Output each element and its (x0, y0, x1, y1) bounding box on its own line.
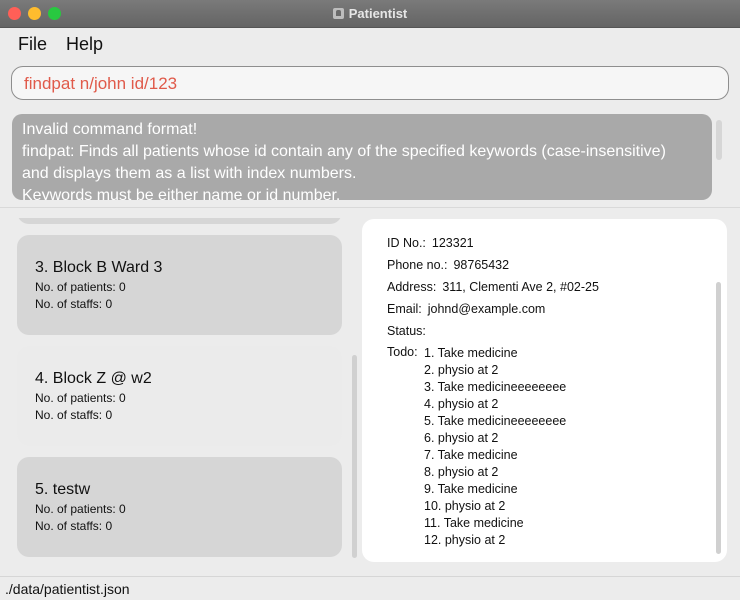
result-line: and displays them as a list with index n… (22, 165, 357, 182)
detail-id: ID No.: 123321 (387, 236, 474, 250)
ward-card[interactable]: 4. Block Z @ w2 No. of patients: 0 No. o… (17, 346, 342, 446)
detail-id-value: 123321 (431, 236, 474, 250)
todo-item: 7. Take medicine (424, 448, 518, 462)
divider (0, 207, 740, 208)
result-line: Keywords must be either name or id numbe… (22, 187, 341, 200)
result-display: Invalid command format! findpat: Finds a… (12, 114, 712, 200)
ward-card[interactable]: 5. testw No. of patients: 0 No. of staff… (17, 457, 342, 557)
command-input[interactable]: findpat n/john id/123 (11, 66, 729, 100)
status-bar: ./data/patientist.json (0, 576, 740, 600)
ward-card[interactable]: 3. Block B Ward 3 No. of patients: 0 No.… (17, 235, 342, 335)
ward-patient-count: No. of patients: 0 (35, 280, 126, 294)
todo-item: 9. Take medicine (424, 482, 518, 496)
detail-phone-label: Phone no.: (387, 258, 448, 272)
ward-list: 3. Block B Ward 3 No. of patients: 0 No.… (10, 218, 360, 564)
detail-address-value: 311, Clementi Ave 2, #02-25 (442, 280, 599, 294)
window-title-wrap: Patientist (0, 6, 740, 21)
ward-staff-count: No. of staffs: 0 (35, 519, 113, 533)
patient-details: ID No.: 123321 Phone no.: 98765432 Address… (362, 219, 727, 562)
todo-item: 2. physio at 2 (424, 363, 499, 377)
result-text: Invalid command format! findpat: Finds a… (22, 119, 702, 200)
ward-title: 3. Block B Ward 3 (35, 259, 163, 276)
detail-status: Status: (387, 324, 432, 338)
ward-card-partial[interactable] (17, 218, 342, 224)
todo-item: 4. physio at 2 (424, 397, 499, 411)
detail-phone: Phone no.: 98765432 (387, 258, 509, 272)
detail-email-label: Email: (387, 302, 422, 316)
ward-list-scrollbar[interactable] (352, 355, 357, 558)
todo-item: 1. Take medicine (424, 346, 518, 360)
todo-item: 5. Take medicineeeeeeee (424, 414, 567, 428)
detail-id-label: ID No.: (387, 236, 426, 250)
todo-item: 8. physio at 2 (424, 465, 499, 479)
patient-details-scrollbar[interactable] (716, 282, 721, 554)
detail-email: Email: johnd@example.com (387, 302, 545, 316)
todo-item: 12. physio at 2 (424, 533, 506, 547)
todo-item: 6. physio at 2 (424, 431, 499, 445)
menu-bar: File Help (0, 28, 740, 60)
data-file-path: ./data/patientist.json (5, 581, 130, 597)
result-line: findpat: Finds all patients whose id con… (22, 143, 666, 160)
todo-list: 1. Take medicine 2. physio at 2 3. Take … (424, 345, 566, 549)
todo-item: 10. physio at 2 (424, 499, 506, 513)
app-icon (332, 8, 344, 19)
detail-address: Address: 311, Clementi Ave 2, #02-25 (387, 280, 599, 294)
ward-title: 4. Block Z @ w2 (35, 370, 152, 387)
todo-item: 11. Take medicine (424, 516, 524, 530)
detail-status-label: Status: (387, 324, 426, 338)
todo-item: 3. Take medicineeeeeeee (424, 380, 567, 394)
menu-file[interactable]: File (18, 34, 47, 55)
title-bar: Patientist (0, 0, 740, 28)
detail-address-label: Address: (387, 280, 437, 294)
ward-title: 5. testw (35, 481, 91, 498)
detail-phone-value: 98765432 (453, 258, 510, 272)
detail-email-value: johnd@example.com (427, 302, 546, 316)
window-title: Patientist (348, 6, 408, 21)
ward-staff-count: No. of staffs: 0 (35, 297, 113, 311)
ward-staff-count: No. of staffs: 0 (35, 408, 113, 422)
ward-patient-count: No. of patients: 0 (35, 391, 126, 405)
result-line: Invalid command format! (22, 121, 198, 138)
ward-patient-count: No. of patients: 0 (35, 502, 126, 516)
result-scrollbar[interactable] (716, 120, 722, 160)
detail-todo-label: Todo: (387, 345, 418, 359)
command-input-text[interactable]: findpat n/john id/123 (24, 74, 177, 94)
menu-help[interactable]: Help (66, 34, 103, 55)
